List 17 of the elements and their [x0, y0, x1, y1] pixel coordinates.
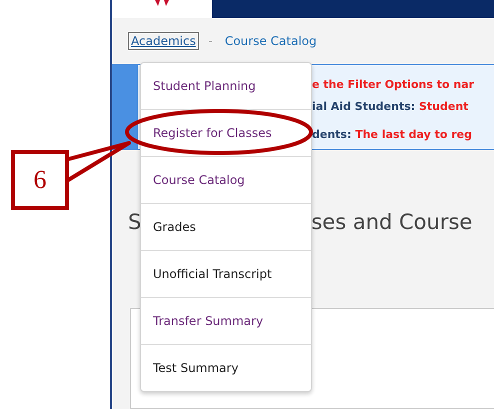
step-number: 6 — [11, 150, 69, 210]
notice-text: The last day to reg — [355, 128, 472, 141]
page-title: S — [128, 210, 142, 236]
menu-item[interactable]: Test Summary — [141, 344, 311, 391]
logo-icon — [155, 0, 169, 6]
breadcrumb-link[interactable]: Academics — [128, 32, 199, 50]
breadcrumb-link[interactable]: Course Catalog — [222, 32, 320, 50]
notice-text: dents: — [312, 128, 352, 141]
menu-item[interactable]: Grades — [141, 203, 311, 250]
menu-item[interactable]: Student Planning — [141, 63, 311, 109]
page-title: ses and Course — [311, 210, 472, 236]
notice-text: ial Aid Students: — [312, 100, 416, 113]
notice-text: e the Filter Options to nar — [312, 78, 474, 91]
notice-text: Student — [419, 100, 468, 113]
menu-item[interactable]: Transfer Summary — [141, 297, 311, 344]
menu-item[interactable]: Course Catalog — [141, 156, 311, 203]
menu-item[interactable]: Unofficial Transcript — [141, 250, 311, 297]
